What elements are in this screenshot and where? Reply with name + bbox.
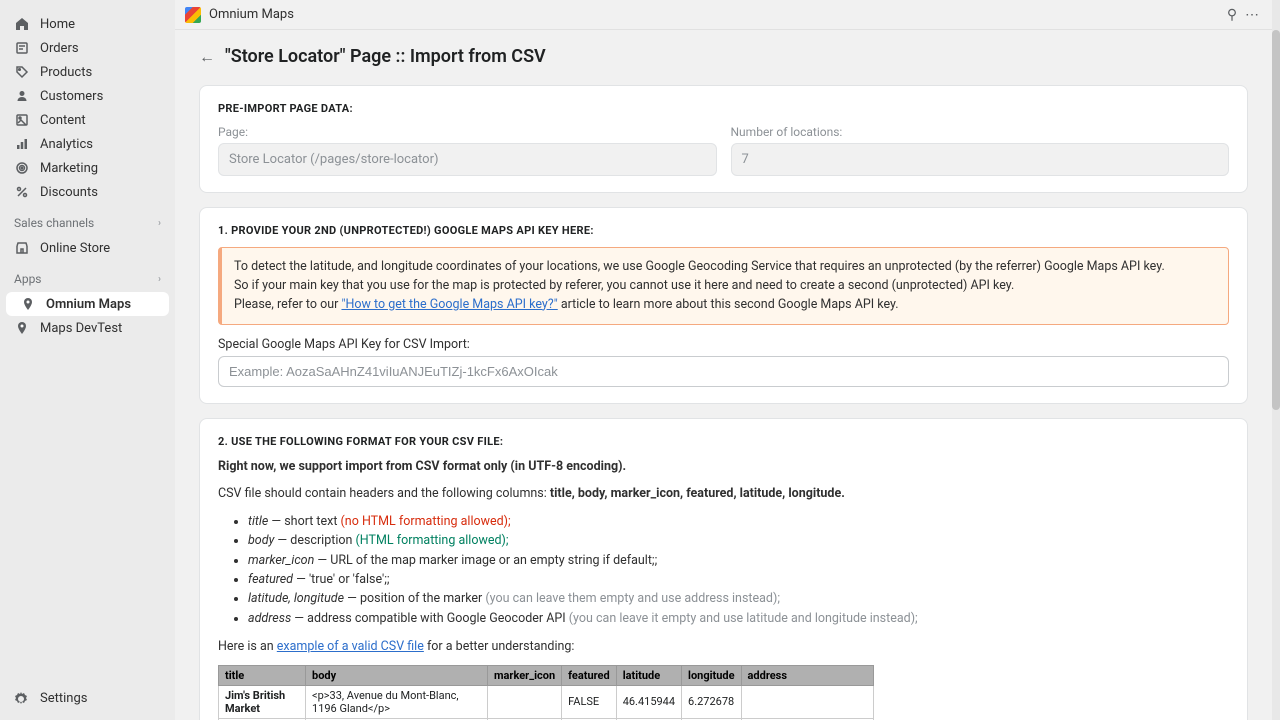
columns-list: title — short text (no HTML formatting a… <box>218 512 1229 628</box>
nav-label: Discounts <box>40 185 98 200</box>
marketing-icon <box>14 160 30 176</box>
column-item: featured — 'true' or 'false';; <box>248 570 1229 589</box>
pin-button[interactable]: ⚲ <box>1222 7 1242 23</box>
column-item: marker_icon — URL of the map marker imag… <box>248 551 1229 570</box>
format-line: CSV file should contain headers and the … <box>218 485 1229 504</box>
more-button[interactable]: ⋯ <box>1242 7 1262 23</box>
nav-marketing[interactable]: Marketing <box>0 156 175 180</box>
howto-apikey-link[interactable]: "How to get the Google Maps API key?" <box>341 297 557 312</box>
numloc-field-label: Number of locations: <box>731 125 1230 139</box>
apikey-input[interactable] <box>218 356 1229 387</box>
table-cell: FALSE <box>562 685 617 718</box>
table-header: address <box>741 665 873 685</box>
table-header: featured <box>562 665 617 685</box>
apikey-input-label: Special Google Maps API Key for CSV Impo… <box>218 337 1229 352</box>
table-cell: Jim's British Market <box>219 685 306 718</box>
nav-label: Customers <box>40 89 103 104</box>
table-header: title <box>219 665 306 685</box>
column-item: address — address compatible with Google… <box>248 609 1229 628</box>
content-icon <box>14 112 30 128</box>
nav-label: Online Store <box>40 241 110 256</box>
example-line: Here is an example of a valid CSV file f… <box>218 638 1229 657</box>
discounts-icon <box>14 184 30 200</box>
nav-analytics[interactable]: Analytics <box>0 132 175 156</box>
format-line: Right now, we support import from CSV fo… <box>218 458 1229 477</box>
example-csv-link[interactable]: example of a valid CSV file <box>277 639 424 654</box>
table-header: longitude <box>682 665 742 685</box>
nav-products[interactable]: Products <box>0 60 175 84</box>
app-topbar: Omnium Maps ⚲ ⋯ <box>175 0 1272 30</box>
chevron-right-icon: › <box>158 274 161 285</box>
sidebar: Home Orders Products Customers Content A… <box>0 0 175 720</box>
table-cell: 6.272678 <box>682 685 742 718</box>
card-apikey: 1. PROVIDE YOUR 2ND (UNPROTECTED!) GOOGL… <box>199 207 1248 404</box>
nav-label: Omnium Maps <box>46 297 131 312</box>
nav-app-devtest[interactable]: Maps DevTest <box>0 316 175 340</box>
nav-online-store[interactable]: Online Store <box>0 236 175 260</box>
analytics-icon <box>14 136 30 152</box>
table-cell: <p>33, Avenue du Mont-Blanc, 1196 Gland<… <box>306 685 488 718</box>
table-cell <box>488 685 562 718</box>
table-header: body <box>306 665 488 685</box>
nav-label: Home <box>40 17 75 32</box>
nav-settings[interactable]: Settings <box>0 683 175 720</box>
scrollbar-thumb[interactable] <box>1272 30 1280 410</box>
page-field-label: Page: <box>218 125 717 139</box>
app-title: Omnium Maps <box>209 7 1222 22</box>
card-format: 2. USE THE FOLLOWING FORMAT FOR YOUR CSV… <box>199 418 1248 720</box>
pin-icon <box>14 320 30 336</box>
nav-app-omnium[interactable]: Omnium Maps <box>6 292 169 316</box>
example-table: titlebodymarker_iconfeaturedlatitudelong… <box>218 665 874 720</box>
column-item: title — short text (no HTML formatting a… <box>248 512 1229 531</box>
nav-customers[interactable]: Customers <box>0 84 175 108</box>
home-icon <box>14 16 30 32</box>
nav-content[interactable]: Content <box>0 108 175 132</box>
table-header: latitude <box>616 665 681 685</box>
card-preimport: PRE-IMPORT PAGE DATA: Page: Store Locato… <box>199 85 1248 193</box>
nav-label: Orders <box>40 41 79 56</box>
nav-label: Marketing <box>40 161 98 176</box>
app-logo-icon <box>185 7 201 23</box>
numloc-field-value: 7 <box>731 143 1230 176</box>
nav-home[interactable]: Home <box>0 12 175 36</box>
main-content: ← "Store Locator" Page :: Import from CS… <box>175 30 1272 720</box>
page-field-value: Store Locator (/pages/store-locator) <box>218 143 717 176</box>
pin-icon <box>20 296 36 312</box>
page-title: "Store Locator" Page :: Import from CSV <box>225 46 546 67</box>
card-heading: PRE-IMPORT PAGE DATA: <box>218 102 1229 115</box>
sales-channels-heading[interactable]: Sales channels› <box>0 204 175 236</box>
nav-label: Analytics <box>40 137 93 152</box>
info-line: So if your main key that you use for the… <box>234 277 1216 296</box>
nav-label: Maps DevTest <box>40 321 122 336</box>
orders-icon <box>14 40 30 56</box>
customers-icon <box>14 88 30 104</box>
column-item: latitude, longitude — position of the ma… <box>248 589 1229 608</box>
info-line: To detect the latitude, and longitude co… <box>234 258 1216 277</box>
card-heading: 1. PROVIDE YOUR 2ND (UNPROTECTED!) GOOGL… <box>218 224 1229 237</box>
nav-label: Content <box>40 113 86 128</box>
table-header: marker_icon <box>488 665 562 685</box>
chevron-right-icon: › <box>158 218 161 229</box>
nav-label: Products <box>40 65 92 80</box>
card-heading: 2. USE THE FOLLOWING FORMAT FOR YOUR CSV… <box>218 435 1229 448</box>
table-cell: 46.415944 <box>616 685 681 718</box>
gear-icon <box>14 692 30 706</box>
column-item: body — description (HTML formatting allo… <box>248 531 1229 550</box>
table-cell <box>741 685 873 718</box>
apps-heading[interactable]: Apps› <box>0 260 175 292</box>
products-icon <box>14 64 30 80</box>
apikey-info-banner: To detect the latitude, and longitude co… <box>218 247 1229 325</box>
nav-orders[interactable]: Orders <box>0 36 175 60</box>
page-header: ← "Store Locator" Page :: Import from CS… <box>199 46 1248 67</box>
back-arrow-icon[interactable]: ← <box>199 47 215 67</box>
info-line: Please, refer to our "How to get the Goo… <box>234 296 1216 315</box>
nav-label: Settings <box>40 691 87 706</box>
store-icon <box>14 240 30 256</box>
table-row: Jim's British Market<p>33, Avenue du Mon… <box>219 685 874 718</box>
nav-discounts[interactable]: Discounts <box>0 180 175 204</box>
